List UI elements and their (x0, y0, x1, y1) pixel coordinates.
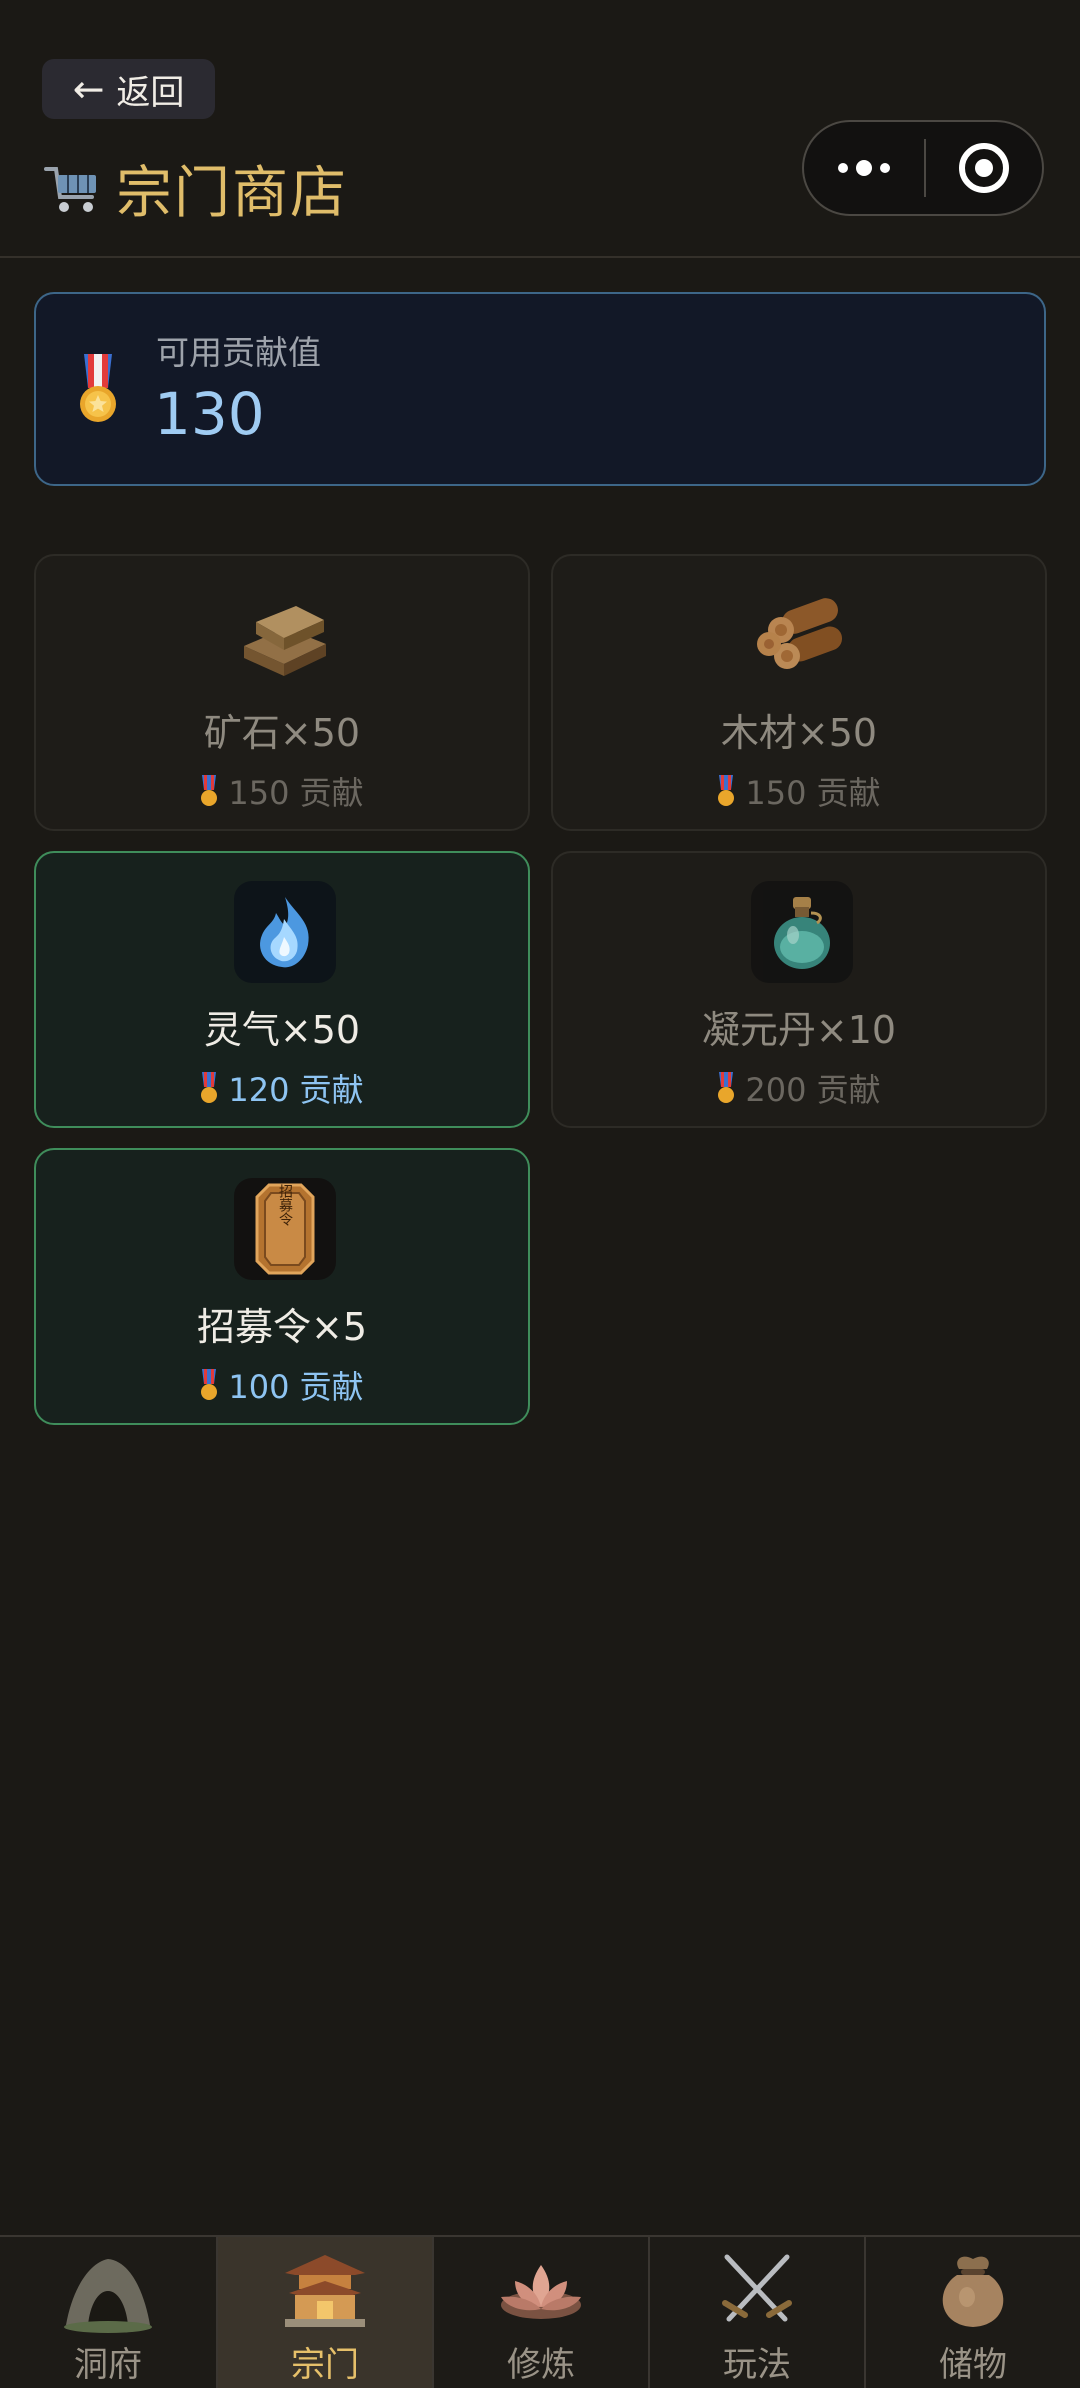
title-row: 宗门商店 (42, 148, 348, 229)
nav-item-storage[interactable]: 储物 (864, 2237, 1080, 2388)
item-cost-label: 150 贡献 (745, 774, 881, 812)
item-cost-label: 100 贡献 (228, 1368, 364, 1406)
target-circle-icon (959, 143, 1009, 193)
medal-icon (718, 775, 735, 806)
contribution-panel: 可用贡献值 130 (34, 292, 1046, 486)
mini-program-capsule (802, 120, 1044, 216)
more-menu-button[interactable] (804, 122, 924, 214)
recruit-token-icon: 招募令 (234, 1178, 336, 1280)
wood-icon (751, 584, 853, 686)
token-text: 招募令 (277, 1184, 293, 1226)
item-cost: 120 贡献 (36, 1065, 528, 1111)
item-cost-label: 120 贡献 (228, 1071, 364, 1109)
medal-icon (80, 354, 116, 422)
more-dot-icon (856, 160, 872, 176)
back-arrow-icon: ← (72, 67, 105, 111)
nav-item-sect[interactable]: 宗门 (216, 2237, 432, 2388)
ore-icon (234, 584, 336, 686)
nav-label: 宗门 (291, 2345, 359, 2385)
item-cost: 200 贡献 (553, 1065, 1045, 1111)
sect-shop-page: ← 返回 宗门商店 可用贡献值 130 矿石×50 150 贡献 木材×50 1… (0, 0, 1080, 2388)
nav-label: 玩法 (723, 2345, 791, 2385)
spirit-flame-icon (234, 881, 336, 983)
item-cost-label: 200 贡献 (745, 1071, 881, 1109)
crossed-swords-icon (722, 2254, 792, 2322)
nav-item-cultivate[interactable]: 修炼 (432, 2237, 648, 2388)
page-title: 宗门商店 (116, 161, 348, 226)
shop-item-ore[interactable]: 矿石×50 150 贡献 (34, 554, 530, 831)
potion-icon (751, 881, 853, 983)
nav-label: 储物 (939, 2345, 1007, 2385)
item-cost-label: 150 贡献 (228, 774, 364, 812)
nav-label: 洞府 (74, 2345, 142, 2385)
item-cost: 150 贡献 (553, 768, 1045, 814)
item-cost: 100 贡献 (36, 1362, 528, 1408)
shop-item-recruit-token[interactable]: 招募令 招募令×5 100 贡献 (34, 1148, 530, 1425)
more-dot-icon (880, 163, 890, 173)
item-cost: 150 贡献 (36, 768, 528, 814)
lotus-icon (501, 2265, 581, 2319)
header: ← 返回 宗门商店 (0, 0, 1080, 258)
item-name: 矿石×50 (203, 711, 361, 755)
sect-temple-icon (285, 2255, 365, 2327)
item-name: 灵气×50 (203, 1008, 361, 1052)
shop-item-spirit[interactable]: 灵气×50 120 贡献 (34, 851, 530, 1128)
nav-item-cave[interactable]: 洞府 (0, 2237, 216, 2388)
storage-bag-icon (942, 2256, 1004, 2327)
item-name: 木材×50 (720, 711, 878, 755)
close-miniprogram-button[interactable] (926, 122, 1042, 214)
medal-icon (201, 1369, 218, 1400)
contribution-value: 130 (154, 380, 265, 448)
more-dot-icon (838, 163, 848, 173)
item-name: 招募令×5 (196, 1305, 368, 1349)
medal-icon (201, 1072, 218, 1103)
medal-icon (201, 775, 218, 806)
shop-item-potion[interactable]: 凝元丹×10 200 贡献 (551, 851, 1047, 1128)
nav-label: 修炼 (507, 2345, 575, 2385)
cart-icon (44, 166, 96, 212)
medal-icon (718, 1072, 735, 1103)
back-label: 返回 (116, 72, 185, 113)
back-button[interactable]: ← 返回 (42, 59, 215, 119)
shop-item-wood[interactable]: 木材×50 150 贡献 (551, 554, 1047, 831)
contribution-label: 可用贡献值 (156, 333, 321, 372)
item-name: 凝元丹×10 (701, 1008, 897, 1052)
cave-icon (64, 2259, 152, 2333)
nav-item-gameplay[interactable]: 玩法 (648, 2237, 864, 2388)
bottom-nav: 洞府 宗门 修炼 玩法 储物 (0, 2235, 1080, 2388)
